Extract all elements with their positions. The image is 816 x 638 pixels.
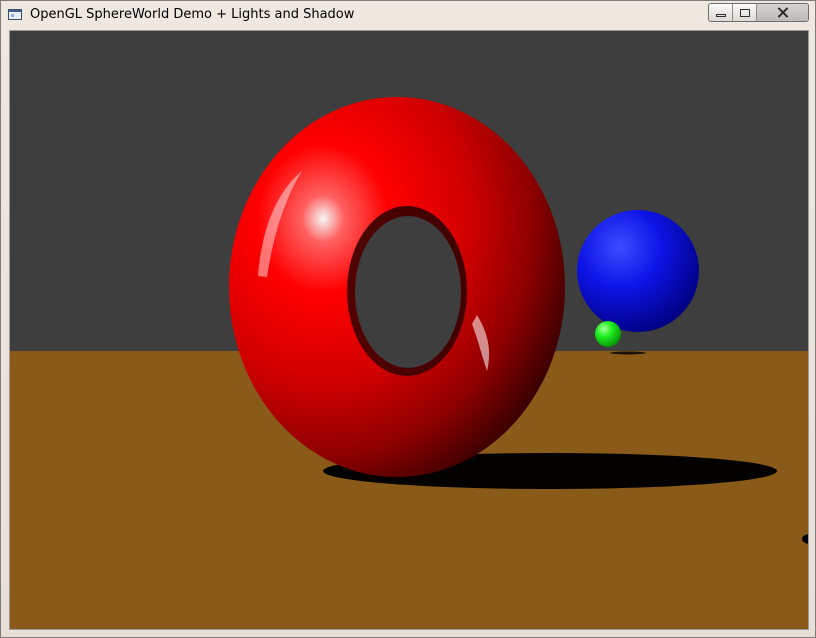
close-button[interactable] [757,4,808,21]
scene-graphics [229,97,808,544]
minimize-button[interactable] [709,4,733,21]
blue-sphere [577,210,699,332]
edge-shadow [802,534,808,544]
window-title: OpenGL SphereWorld Demo + Lights and Sha… [30,7,355,22]
torus-hole [355,216,461,368]
window-controls [708,3,809,22]
sphere-shadow [610,351,646,355]
title-bar[interactable]: OpenGL SphereWorld Demo + Lights and Sha… [1,1,815,29]
application-window: OpenGL SphereWorld Demo + Lights and Sha… [0,0,816,638]
maximize-button[interactable] [733,4,757,21]
green-sphere [595,321,621,347]
minimize-icon [715,13,726,17]
maximize-icon [739,8,750,17]
opengl-viewport[interactable] [9,30,809,630]
close-icon [777,7,788,18]
window-app-icon[interactable] [8,9,22,20]
